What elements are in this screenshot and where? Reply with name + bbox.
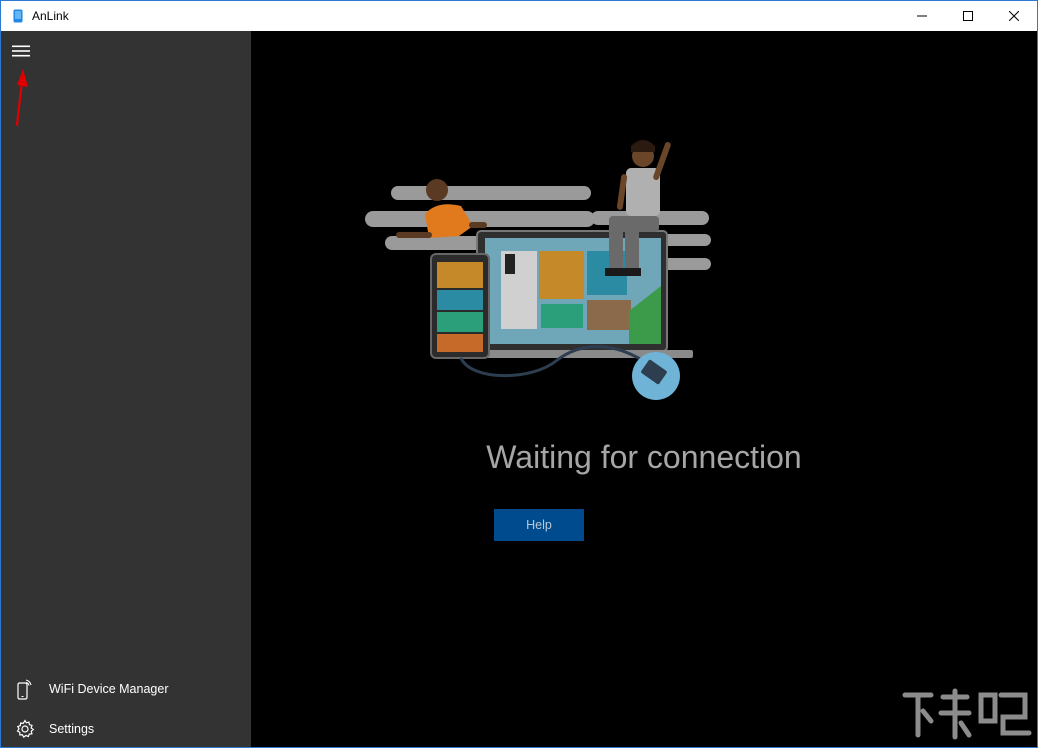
help-button[interactable]: Help [494,509,584,541]
sidebar-item-label: Settings [49,722,95,736]
watermark-logo-icon [902,688,1032,740]
title-bar: AnLink [1,1,1037,31]
hamburger-icon [12,45,30,57]
window-title: AnLink [32,9,69,23]
gear-icon [1,709,49,747]
phone-wifi-icon [1,669,49,709]
minimize-icon [917,15,927,17]
annotation-arrow-icon [15,69,28,127]
app-logo-icon [10,8,26,24]
sidebar-item-wifi-device-manager[interactable]: WiFi Device Manager [1,669,251,709]
main-content: Waiting for connection Help [251,31,1037,747]
maximize-icon [963,11,973,21]
sidebar: WiFi Device Manager Settings [1,31,251,747]
maximize-button[interactable] [945,1,991,31]
hamburger-menu-button[interactable] [5,35,37,67]
app-window: AnLink WiFi Device Manager Settings Wait… [0,0,1038,748]
sidebar-item-settings[interactable]: Settings [1,709,251,747]
sidebar-item-label: WiFi Device Manager [49,682,169,696]
minimize-button[interactable] [899,1,945,31]
close-icon [1009,11,1019,21]
close-button[interactable] [991,1,1037,31]
connection-status-text: Waiting for connection [486,439,802,475]
window-controls [899,1,1037,31]
connection-illustration-icon [365,140,711,400]
